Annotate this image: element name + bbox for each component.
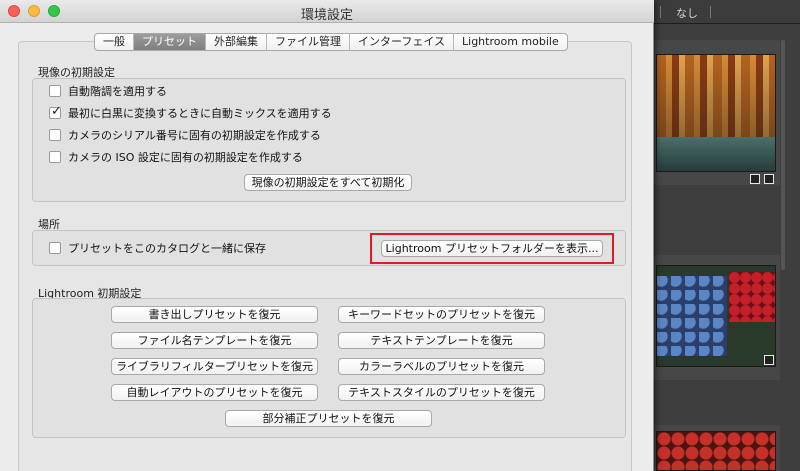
serial-number-defaults-option[interactable]: カメラのシリアル番号に固有の初期設定を作成する [49, 127, 321, 143]
restore-local-adjustment-presets-button[interactable]: 部分補正プリセットを復元 [225, 410, 432, 427]
tomato-photo-thumbnail[interactable] [656, 431, 776, 471]
adjustment-badge-icon [764, 355, 774, 365]
tab-interface[interactable]: インターフェイス [350, 34, 455, 50]
reset-all-develop-defaults-button[interactable]: 現像の初期設定をすべて初期化 [244, 174, 412, 191]
grid-scrollbar[interactable] [781, 40, 785, 270]
store-presets-label: プリセットをこのカタログと一緒に保存 [68, 242, 266, 255]
red-highlight-box [370, 233, 614, 264]
grid-cell[interactable] [652, 40, 780, 185]
grid-cell[interactable] [652, 425, 780, 471]
window-title: 環境設定 [300, 8, 353, 23]
crop-badge-icon [750, 174, 760, 184]
restore-keyword-presets-button[interactable]: キーワードセットのプリセットを復元 [338, 306, 545, 323]
iso-defaults-label: カメラの ISO 設定に固有の初期設定を作成する [68, 151, 303, 164]
window-titlebar[interactable]: 環境設定 [0, 0, 654, 23]
restore-text-style-presets-button[interactable]: テキストスタイルのプリセットを復元 [338, 384, 545, 401]
market-photo-thumbnail[interactable] [656, 265, 776, 367]
serial-number-defaults-label: カメラのシリアル番号に固有の初期設定を作成する [68, 129, 321, 142]
tab-file-handling[interactable]: ファイル管理 [267, 34, 350, 50]
auto-tone-option[interactable]: 自動階調を適用する [49, 83, 167, 99]
auto-tone-label: 自動階調を適用する [68, 85, 167, 98]
adjustment-badge-icon [764, 174, 774, 184]
store-presets-checkbox[interactable] [49, 242, 61, 254]
separator [710, 6, 711, 18]
auto-mix-bw-checkbox[interactable]: ✓ [49, 104, 62, 119]
tab-external-editing[interactable]: 外部編集 [206, 34, 267, 50]
red-fruit-crate [729, 272, 775, 322]
grid-cell[interactable] [652, 255, 780, 380]
separator [660, 6, 661, 18]
restore-library-filter-presets-button[interactable]: ライブラリフィルタープリセットを復元 [111, 358, 318, 375]
filter-none-label[interactable]: なし [676, 5, 698, 21]
library-filter-bar: なし [650, 0, 800, 24]
checkmark-icon: ✓ [51, 104, 62, 119]
tab-presets[interactable]: プリセット [134, 34, 206, 50]
venice-photo-thumbnail[interactable] [656, 54, 776, 172]
store-presets-option[interactable]: プリセットをこのカタログと一緒に保存 [49, 240, 266, 256]
restore-auto-layout-presets-button[interactable]: 自動レイアウトのプリセットを復元 [111, 384, 318, 401]
auto-tone-checkbox[interactable] [49, 85, 61, 97]
restore-text-templates-button[interactable]: テキストテンプレートを復元 [338, 332, 545, 349]
restore-export-presets-button[interactable]: 書き出しプリセットを復元 [111, 306, 318, 323]
auto-mix-bw-option[interactable]: ✓ 最初に白黒に変換するときに自動ミックスを適用する [49, 104, 332, 121]
preferences-window: 環境設定 一般 プリセット 外部編集 ファイル管理 インターフェイス Light… [0, 0, 654, 471]
tab-lightroom-mobile[interactable]: Lightroom mobile [454, 34, 567, 50]
canal-water [657, 137, 775, 171]
tab-general[interactable]: 一般 [95, 34, 134, 50]
iso-defaults-option[interactable]: カメラの ISO 設定に固有の初期設定を作成する [49, 149, 303, 165]
serial-number-defaults-checkbox[interactable] [49, 129, 61, 141]
preferences-tab-bar: 一般 プリセット 外部編集 ファイル管理 インターフェイス Lightroom … [94, 33, 568, 51]
iso-defaults-checkbox[interactable] [49, 151, 61, 163]
restore-filename-templates-button[interactable]: ファイル名テンプレートを復元 [111, 332, 318, 349]
restore-color-label-presets-button[interactable]: カラーラベルのプリセットを復元 [338, 358, 545, 375]
auto-mix-bw-label: 最初に白黒に変換するときに自動ミックスを適用する [68, 107, 332, 120]
blue-fruit-crate [657, 276, 727, 356]
